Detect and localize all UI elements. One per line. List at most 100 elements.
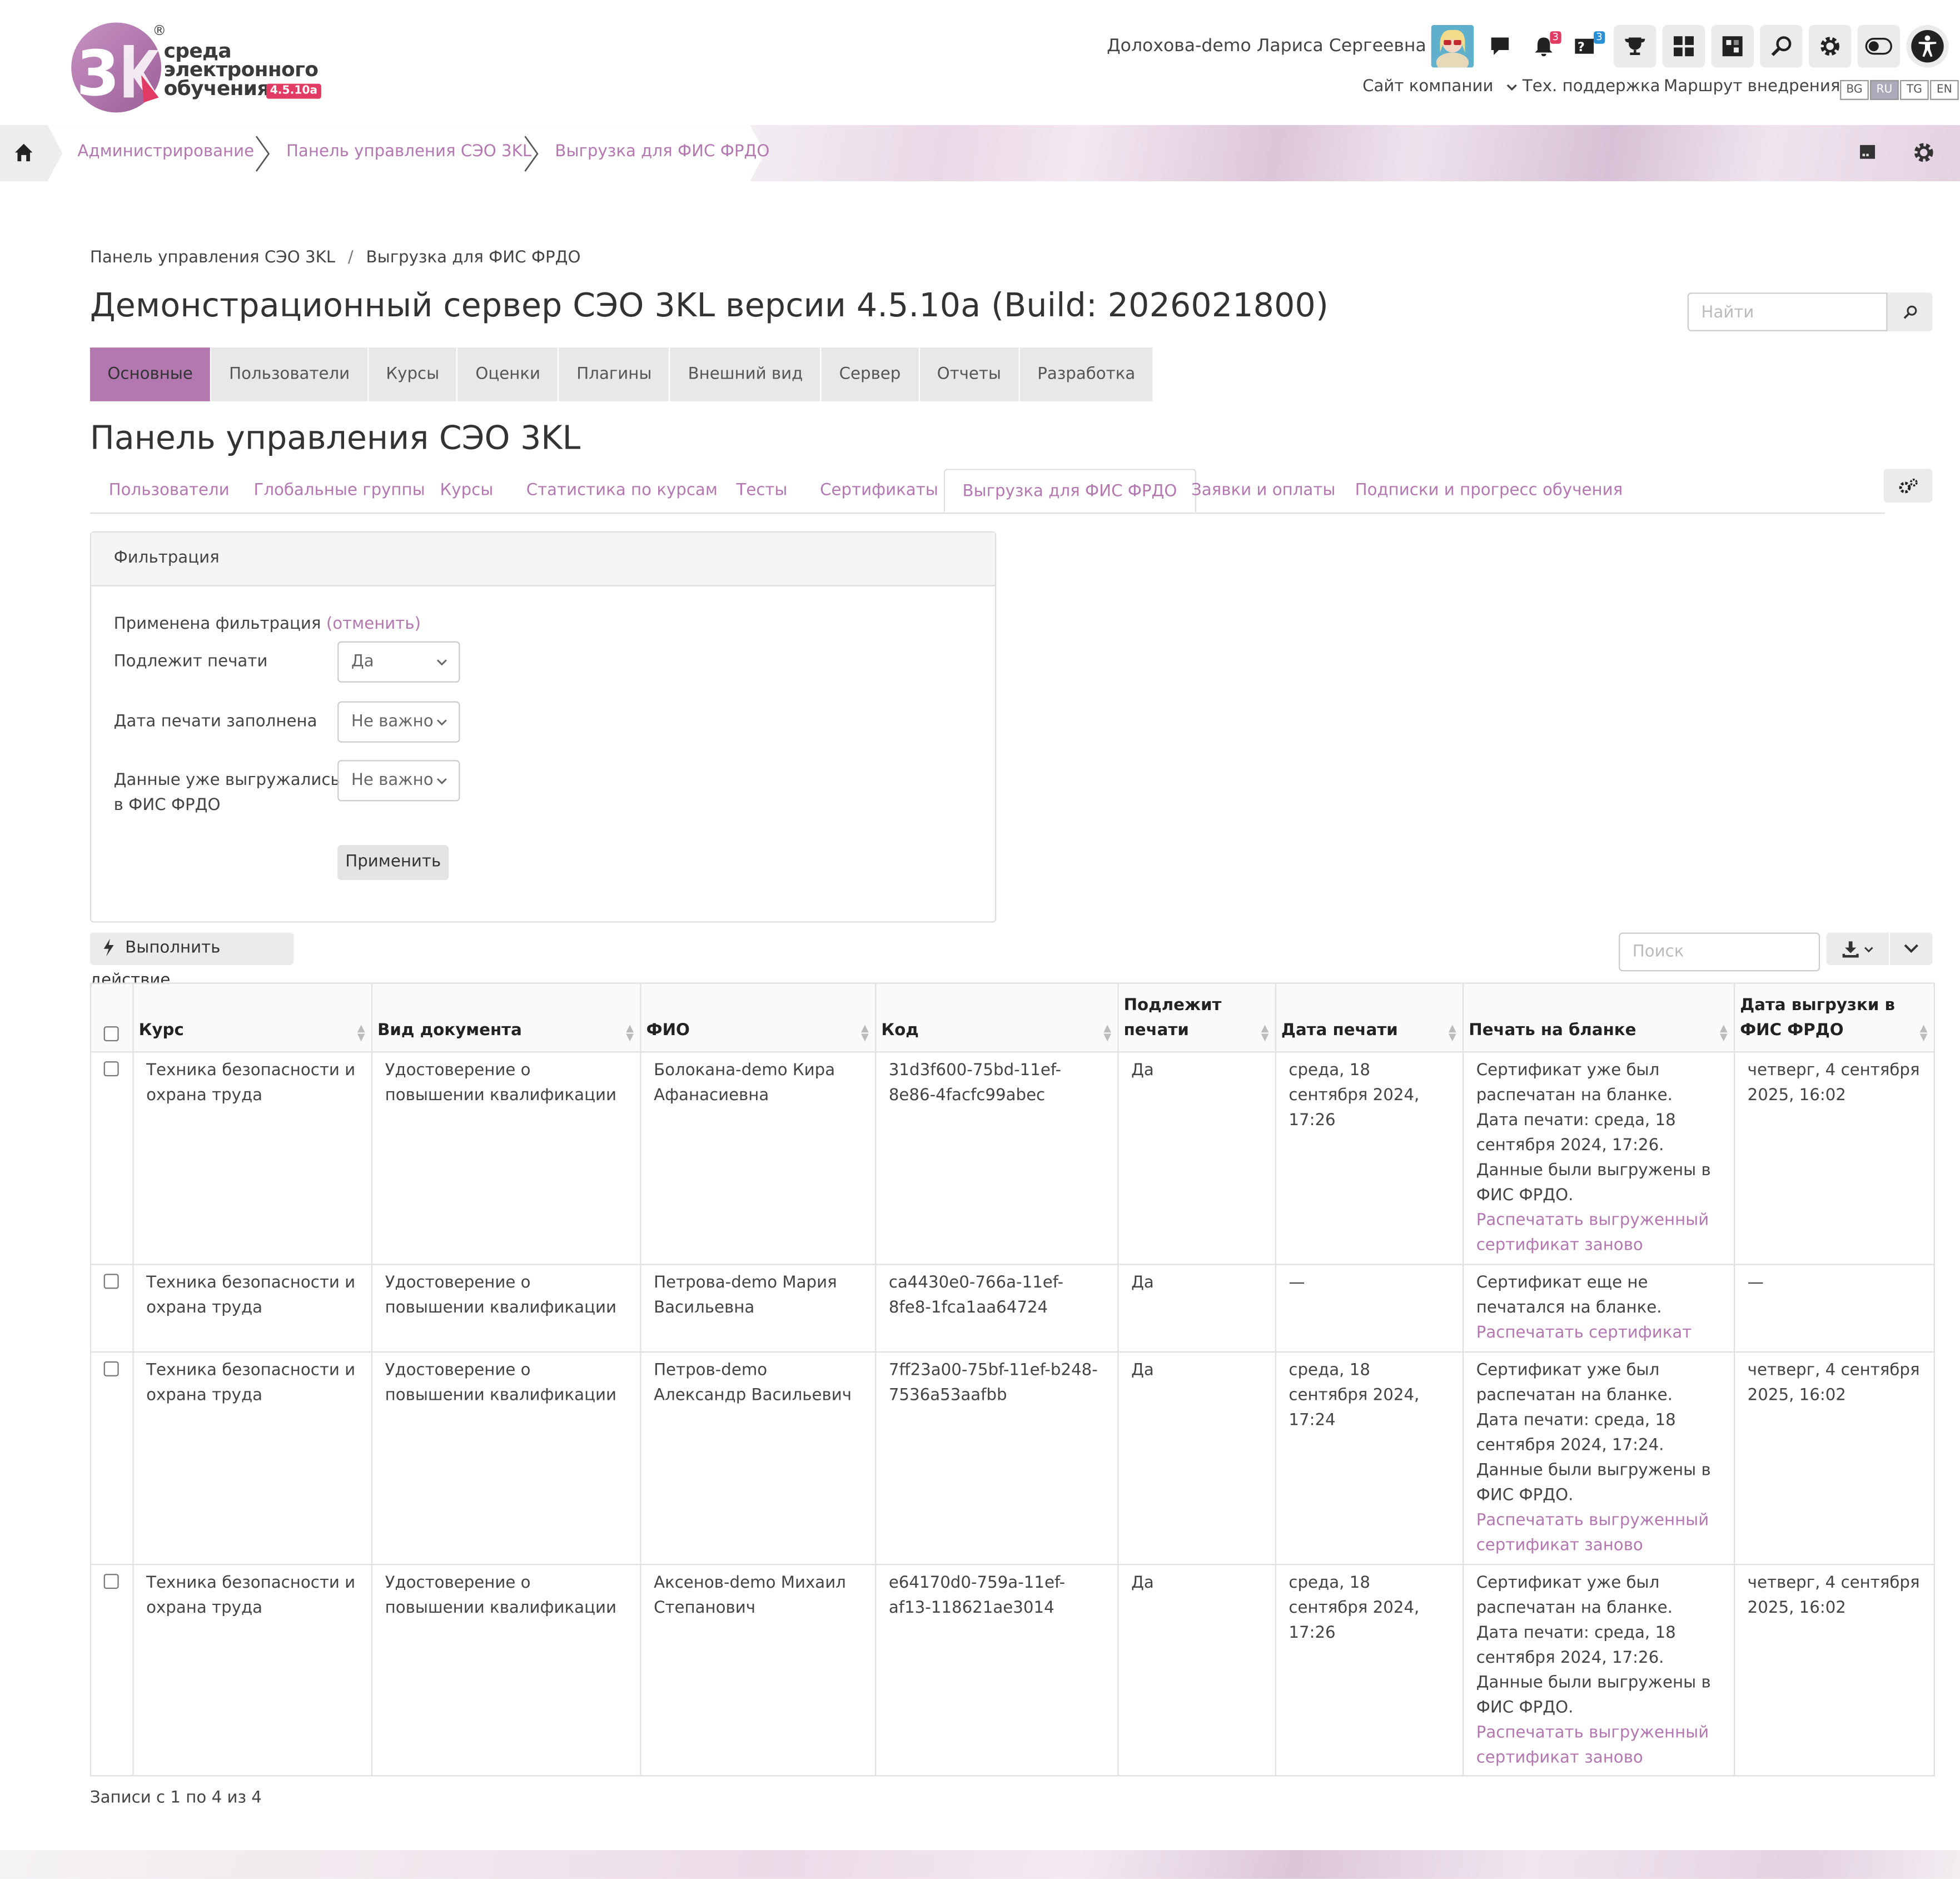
tab-development[interactable]: Разработка bbox=[1019, 347, 1155, 401]
breadcrumb-panel[interactable]: Панель управления СЭО 3KL bbox=[286, 142, 531, 161]
search-icon[interactable] bbox=[1760, 24, 1803, 68]
header-label: Дата печати bbox=[1281, 1021, 1398, 1040]
row-checkbox[interactable] bbox=[103, 1361, 119, 1376]
header-print-date[interactable]: Дата печати ▲ ▼ bbox=[1275, 982, 1464, 1053]
subtab-tests[interactable]: Тесты bbox=[736, 469, 787, 513]
filter-exported-select[interactable]: Не важно bbox=[337, 760, 460, 802]
tab-settings-button[interactable] bbox=[1883, 469, 1933, 503]
cell-print-date: — bbox=[1275, 1264, 1464, 1353]
subtab-users[interactable]: Пользователи bbox=[109, 469, 230, 513]
subtab-courses[interactable]: Курсы bbox=[440, 469, 494, 513]
logo[interactable]: 3 ® среда электронного обучения 4.5.10a bbox=[69, 20, 321, 117]
cell-export-date: четверг, 4 сентября 2025, 16:02 bbox=[1733, 1564, 1935, 1777]
header-fio[interactable]: ФИО ▲ ▼ bbox=[640, 982, 877, 1053]
cell-course: Техника безопасности и охрана труда bbox=[132, 1051, 373, 1265]
messages-icon[interactable] bbox=[1479, 25, 1521, 67]
breadcrumb-admin[interactable]: Администрирование bbox=[77, 142, 254, 161]
collapse-button[interactable] bbox=[1890, 932, 1933, 965]
forum-icon[interactable]: ? 3 bbox=[1566, 25, 1609, 67]
cell-doc-type: Удостоверение о повышении квалификации bbox=[371, 1051, 641, 1265]
filter-panel: Фильтрация Применена фильтрация (отменит… bbox=[89, 531, 997, 923]
save-icon[interactable] bbox=[1858, 141, 1878, 161]
blocks-icon[interactable] bbox=[1711, 24, 1754, 68]
tab-users[interactable]: Пользователи bbox=[211, 347, 369, 401]
header-to-print[interactable]: Подлежит печати ▲ ▼ bbox=[1117, 982, 1276, 1053]
row-checkbox[interactable] bbox=[103, 1274, 119, 1289]
logo-text-3: обучения bbox=[163, 76, 270, 100]
filter-to-print-select[interactable]: Да bbox=[337, 641, 460, 683]
select-all-checkbox[interactable] bbox=[103, 1026, 119, 1042]
support-link[interactable]: Тех. поддержка bbox=[1523, 77, 1660, 96]
lang-bg[interactable]: BG bbox=[1840, 79, 1869, 100]
filter-cancel-link[interactable]: (отменить) bbox=[326, 615, 421, 634]
tab-server[interactable]: Сервер bbox=[822, 347, 920, 401]
dashboard-icon[interactable] bbox=[1662, 24, 1705, 68]
lang-ru[interactable]: RU bbox=[1870, 79, 1899, 100]
header-doc-type[interactable]: Вид документа ▲ ▼ bbox=[371, 982, 641, 1053]
header-label-2: печати bbox=[1123, 1021, 1189, 1040]
avatar[interactable] bbox=[1431, 24, 1474, 68]
toggle-icon[interactable] bbox=[1857, 24, 1901, 68]
tab-general[interactable]: Основные bbox=[89, 347, 212, 401]
gear-icon[interactable] bbox=[1911, 140, 1936, 165]
cell-to-print: Да bbox=[1117, 1564, 1276, 1777]
row-checkbox[interactable] bbox=[103, 1061, 119, 1077]
notifications-icon[interactable]: 3 bbox=[1523, 25, 1565, 67]
cell-doc-type: Удостоверение о повышении квалификации bbox=[371, 1264, 641, 1353]
filter-header[interactable]: Фильтрация bbox=[91, 532, 995, 586]
breadcrumb2-parent[interactable]: Панель управления СЭО 3KL bbox=[90, 248, 335, 267]
subtab-fis-frdo[interactable]: Выгрузка для ФИС ФРДО bbox=[943, 469, 1196, 513]
lang-en[interactable]: EN bbox=[1929, 79, 1959, 100]
page-title: Демонстрационный сервер СЭО 3KL версии 4… bbox=[89, 287, 1329, 325]
table-search-input[interactable]: Поиск bbox=[1619, 932, 1820, 972]
cell-doc-type: Удостоверение о повышении квалификации bbox=[371, 1351, 641, 1565]
subtab-subscriptions[interactable]: Подписки и прогресс обучения bbox=[1355, 469, 1623, 513]
apply-filter-button[interactable]: Применить bbox=[337, 845, 449, 881]
lang-tg[interactable]: TG bbox=[1900, 79, 1929, 100]
filter-print-date-select[interactable]: Не важно bbox=[337, 701, 460, 743]
filter-label-exported-1: Данные уже выгружались bbox=[113, 771, 340, 791]
subtab-orders[interactable]: Заявки и оплаты bbox=[1191, 469, 1335, 513]
tab-reports[interactable]: Отчеты bbox=[919, 347, 1020, 401]
reprint-link[interactable]: Распечатать выгруженный сертификат занов… bbox=[1476, 1724, 1709, 1768]
accessibility-icon[interactable] bbox=[1906, 24, 1949, 68]
route-link[interactable]: Маршрут внедрения bbox=[1664, 77, 1840, 96]
status-text: Сертификат уже был распечатан на бланке. bbox=[1476, 1061, 1673, 1105]
admin-search-input[interactable]: Найти bbox=[1687, 292, 1888, 331]
tab-appearance[interactable]: Внешний вид bbox=[670, 347, 822, 401]
tab-courses[interactable]: Курсы bbox=[368, 347, 458, 401]
home-arrow bbox=[47, 125, 63, 182]
company-site-link[interactable]: Сайт компании bbox=[1362, 77, 1517, 96]
user-name[interactable]: Долохова-demo Лариса Сергеевна bbox=[1107, 36, 1426, 56]
reprint-link[interactable]: Распечатать выгруженный сертификат занов… bbox=[1476, 1211, 1709, 1255]
admin-search-button[interactable] bbox=[1887, 292, 1933, 331]
sort-icon: ▲ ▼ bbox=[357, 1022, 365, 1043]
header-label: Печать на бланке bbox=[1469, 1021, 1636, 1040]
breadcrumb-current[interactable]: Выгрузка для ФИС ФРДО bbox=[555, 142, 769, 161]
header-code[interactable]: Код ▲ ▼ bbox=[875, 982, 1119, 1053]
cell-code: e64170d0-759a-11ef-af13-118621ae3014 bbox=[875, 1564, 1119, 1777]
language-switcher: BG RU TG EN bbox=[1839, 79, 1959, 100]
download-button[interactable] bbox=[1826, 932, 1889, 965]
tab-grades[interactable]: Оценки bbox=[457, 347, 559, 401]
trophy-icon[interactable] bbox=[1614, 24, 1656, 68]
lightning-icon bbox=[103, 938, 114, 956]
reprint-link[interactable]: Распечатать выгруженный сертификат занов… bbox=[1476, 1512, 1709, 1555]
print-link[interactable]: Распечатать сертификат bbox=[1476, 1324, 1692, 1343]
header-print-on-blank[interactable]: Печать на бланке ▲ ▼ bbox=[1462, 982, 1735, 1053]
home-button[interactable] bbox=[0, 125, 48, 182]
tab-plugins[interactable]: Плагины bbox=[559, 347, 671, 401]
subtab-global-groups[interactable]: Глобальные группы bbox=[253, 469, 425, 513]
chevron-down-icon bbox=[1904, 944, 1918, 953]
header-course[interactable]: Курс ▲ ▼ bbox=[132, 982, 373, 1053]
row-checkbox[interactable] bbox=[103, 1574, 119, 1589]
run-action-button[interactable]: Выполнить действие bbox=[89, 932, 294, 990]
version-badge: 4.5.10a bbox=[266, 83, 321, 99]
cell-print-date: среда, 18 сентября 2024, 17:26 bbox=[1275, 1051, 1464, 1265]
subtab-certificates[interactable]: Сертификаты bbox=[820, 469, 938, 513]
header-export-date[interactable]: Дата выгрузки в ФИС ФРДО ▲ ▼ bbox=[1733, 982, 1935, 1053]
settings-gear-icon[interactable] bbox=[1808, 24, 1852, 68]
subtab-course-stats[interactable]: Статистика по курсам bbox=[526, 469, 718, 513]
table-row: Техника безопасности и охрана труда Удос… bbox=[89, 1264, 1935, 1353]
status-exported: Данные были выгружены в ФИС ФРДО. bbox=[1476, 1161, 1711, 1205]
